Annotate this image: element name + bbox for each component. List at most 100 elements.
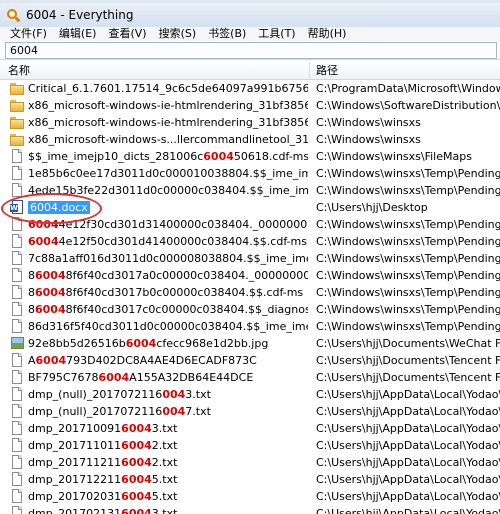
result-path: C:\Windows\SoftwareDistribution\Down xyxy=(316,99,500,112)
result-row[interactable]: x86_microsoft-windows-ie-htmlrendering_3… xyxy=(0,114,500,131)
result-row[interactable]: dmp_(null)_20170721160043.txt C:\Users\hj… xyxy=(0,386,500,403)
result-path: C:\Users\hjj\AppData\Local\Yodao\Des xyxy=(316,473,500,486)
file-icon xyxy=(10,370,24,385)
result-name: x86_microsoft-windows-ie-htmlrendering_3… xyxy=(28,99,308,112)
file-icon xyxy=(10,319,24,334)
menu-tools[interactable]: 工具(T) xyxy=(252,27,301,41)
result-name: dmp_20170203160045.txt xyxy=(28,490,178,503)
menu-view[interactable]: 查看(V) xyxy=(102,27,152,41)
menu-search[interactable]: 搜索(S) xyxy=(153,27,203,41)
result-path: C:\Users\hjj\AppData\Local\Yodao\Des xyxy=(316,507,500,514)
result-name: A6004793D402DC8A4AE4D6ECADF873C xyxy=(28,354,257,367)
result-name: dmp_20171121160042.txt xyxy=(28,456,178,469)
result-name: 7c88a1aff016d3011d0c000008038804.$$_ime_… xyxy=(28,252,308,265)
result-row[interactable]: 92e8bb5d26516b6004cfecc968e1d2bb.jpg C:\U… xyxy=(0,335,500,352)
title-bar: 6004 - Everything xyxy=(0,3,500,27)
result-path: C:\Users\hjj\AppData\Local\Yodao\Des xyxy=(316,490,500,503)
file-icon xyxy=(10,302,24,317)
results-list: Critical_6.1.7601.17514_9c6c5de64097a991… xyxy=(0,80,500,514)
menu-bookmarks[interactable]: 书签(B) xyxy=(202,27,252,41)
result-row[interactable]: 7c88a1aff016d3011d0c000008038804.$$_ime_… xyxy=(0,250,500,267)
result-name: 860048f6f40cd3017a0c00000c038404._000000… xyxy=(28,269,308,282)
menu-help[interactable]: 帮助(H) xyxy=(302,27,353,41)
result-row[interactable]: Critical_6.1.7601.17514_9c6c5de64097a991… xyxy=(0,80,500,97)
window-title: 6004 - Everything xyxy=(26,8,134,22)
result-path: C:\Windows\winsxs\Temp\PendingRena xyxy=(316,269,500,282)
search-bar xyxy=(0,41,500,60)
result-path: C:\Users\hjj\Desktop xyxy=(316,201,428,214)
result-name: 92e8bb5d26516b6004cfecc968e1d2bb.jpg xyxy=(28,337,269,350)
file-icon xyxy=(10,472,24,487)
result-name: 860048f6f40cd3017c0c00000c038404.$$_diag… xyxy=(28,303,308,316)
image-icon xyxy=(10,336,24,351)
result-path: C:\Windows\winsxs\Temp\PendingRena xyxy=(316,235,500,248)
search-app-icon xyxy=(6,8,21,23)
result-name: dmp_20170213160043.txt xyxy=(28,507,178,514)
menu-file[interactable]: 文件(F) xyxy=(4,27,53,41)
result-path: C:\Users\hjj\AppData\Local\Yodao\Des xyxy=(316,422,500,435)
result-row[interactable]: dmp_20170203160045.txt C:\Users\hjj\AppDa… xyxy=(0,488,500,505)
result-name: BF795C76786004A155A32DB64E44DCE xyxy=(28,371,254,384)
highlight-annotation xyxy=(1,193,102,224)
result-path: C:\Windows\winsxs\FileMaps xyxy=(316,150,472,163)
result-path: C:\Windows\winsxs\Temp\PendingRena xyxy=(316,184,500,197)
file-icon xyxy=(10,455,24,470)
file-icon xyxy=(10,387,24,402)
result-row[interactable]: $$_ime_imejp10_dicts_281006c600450618.cd… xyxy=(0,148,500,165)
folder-icon xyxy=(10,81,24,96)
file-icon xyxy=(10,234,24,249)
result-path: C:\Windows\winsxs\Temp\PendingRena xyxy=(316,320,500,333)
result-name: 860048f6f40cd3017b0c00000c038404.$$.cdf-… xyxy=(28,286,304,299)
file-icon xyxy=(10,421,24,436)
result-row[interactable]: dmp_20171121160042.txt C:\Users\hjj\AppDa… xyxy=(0,454,500,471)
result-name: dmp_(null)_20170721160043.txt xyxy=(28,388,211,401)
result-row[interactable]: 1e85b6c0ee17d3011d0c000010038804.$$_ime_… xyxy=(0,165,500,182)
result-row[interactable]: dmp_20170213160043.txt C:\Users\hjj\AppDa… xyxy=(0,505,500,514)
result-name: dmp_(null)_20170721160047.txt xyxy=(28,405,211,418)
result-row[interactable]: 860048f6f40cd3017b0c00000c038404.$$.cdf-… xyxy=(0,284,500,301)
result-row[interactable]: dmp_20171101160042.txt C:\Users\hjj\AppDa… xyxy=(0,437,500,454)
result-row[interactable]: 86d316f5f40cd3011d0c00000c038404.$$_ime_… xyxy=(0,318,500,335)
result-path: C:\Users\hjj\Documents\WeChat Files\h xyxy=(316,337,500,350)
result-path: C:\Windows\winsxs xyxy=(316,116,421,129)
result-path: C:\Users\hjj\Documents\Tencent Files\4 xyxy=(316,354,500,367)
column-path-header[interactable]: 路径 xyxy=(310,62,500,80)
result-row[interactable]: 860048f6f40cd3017a0c00000c038404._000000… xyxy=(0,267,500,284)
result-path: C:\Windows\winsxs\Temp\PendingRena xyxy=(316,167,500,180)
result-row[interactable]: 860048f6f40cd3017c0c00000c038404.$$_diag… xyxy=(0,301,500,318)
result-name: 60044e12f50cd301d41400000c038404.$$.cdf-… xyxy=(28,235,308,248)
result-row[interactable]: x86_microsoft-windows-s...llercommandlin… xyxy=(0,131,500,148)
result-path: C:\Windows\winsxs\Temp\PendingRena xyxy=(316,252,500,265)
result-row[interactable]: A6004793D402DC8A4AE4D6ECADF873C C:\Users\… xyxy=(0,352,500,369)
file-icon xyxy=(10,404,24,419)
result-name: 1e85b6c0ee17d3011d0c000010038804.$$_ime_… xyxy=(28,167,308,180)
result-name: 86d316f5f40cd3011d0c00000c038404.$$_ime_… xyxy=(28,320,308,333)
result-name: Critical_6.1.7601.17514_9c6c5de64097a991… xyxy=(28,82,308,95)
file-icon xyxy=(10,149,24,164)
result-row[interactable]: x86_microsoft-windows-ie-htmlrendering_3… xyxy=(0,97,500,114)
result-name: $$_ime_imejp10_dicts_281006c600450618.cd… xyxy=(28,150,308,163)
file-icon xyxy=(10,438,24,453)
folder-icon xyxy=(10,115,24,130)
file-icon xyxy=(10,166,24,181)
column-header: 名称 路径 xyxy=(0,62,500,80)
result-path: C:\Users\hjj\AppData\Local\Yodao\Des xyxy=(316,405,500,418)
menu-edit[interactable]: 编辑(E) xyxy=(53,27,103,41)
result-path: C:\Windows\winsxs\Temp\PendingRena xyxy=(316,218,500,231)
search-input[interactable] xyxy=(5,42,497,59)
folder-icon xyxy=(10,98,24,113)
result-row[interactable]: dmp_20171009160043.txt C:\Users\hjj\AppDa… xyxy=(0,420,500,437)
result-name: dmp_20171009160043.txt xyxy=(28,422,178,435)
file-icon xyxy=(10,353,24,368)
folder-icon xyxy=(10,132,24,147)
result-row[interactable]: dmp_20171221160045.txt C:\Users\hjj\AppDa… xyxy=(0,471,500,488)
result-row[interactable]: BF795C76786004A155A32DB64E44DCE C:\Users\… xyxy=(0,369,500,386)
column-name-header[interactable]: 名称 xyxy=(0,62,310,80)
result-path: C:\Users\hjj\AppData\Local\Yodao\Des xyxy=(316,439,500,452)
result-path: C:\Windows\winsxs\Temp\PendingRena xyxy=(316,286,500,299)
result-name: dmp_20171221160045.txt xyxy=(28,473,178,486)
result-row[interactable]: 60044e12f50cd301d41400000c038404.$$.cdf-… xyxy=(0,233,500,250)
result-name: x86_microsoft-windows-s...llercommandlin… xyxy=(28,133,308,146)
result-row[interactable]: dmp_(null)_20170721160047.txt C:\Users\hj… xyxy=(0,403,500,420)
result-path: C:\Users\hjj\AppData\Local\Yodao\Des xyxy=(316,388,500,401)
